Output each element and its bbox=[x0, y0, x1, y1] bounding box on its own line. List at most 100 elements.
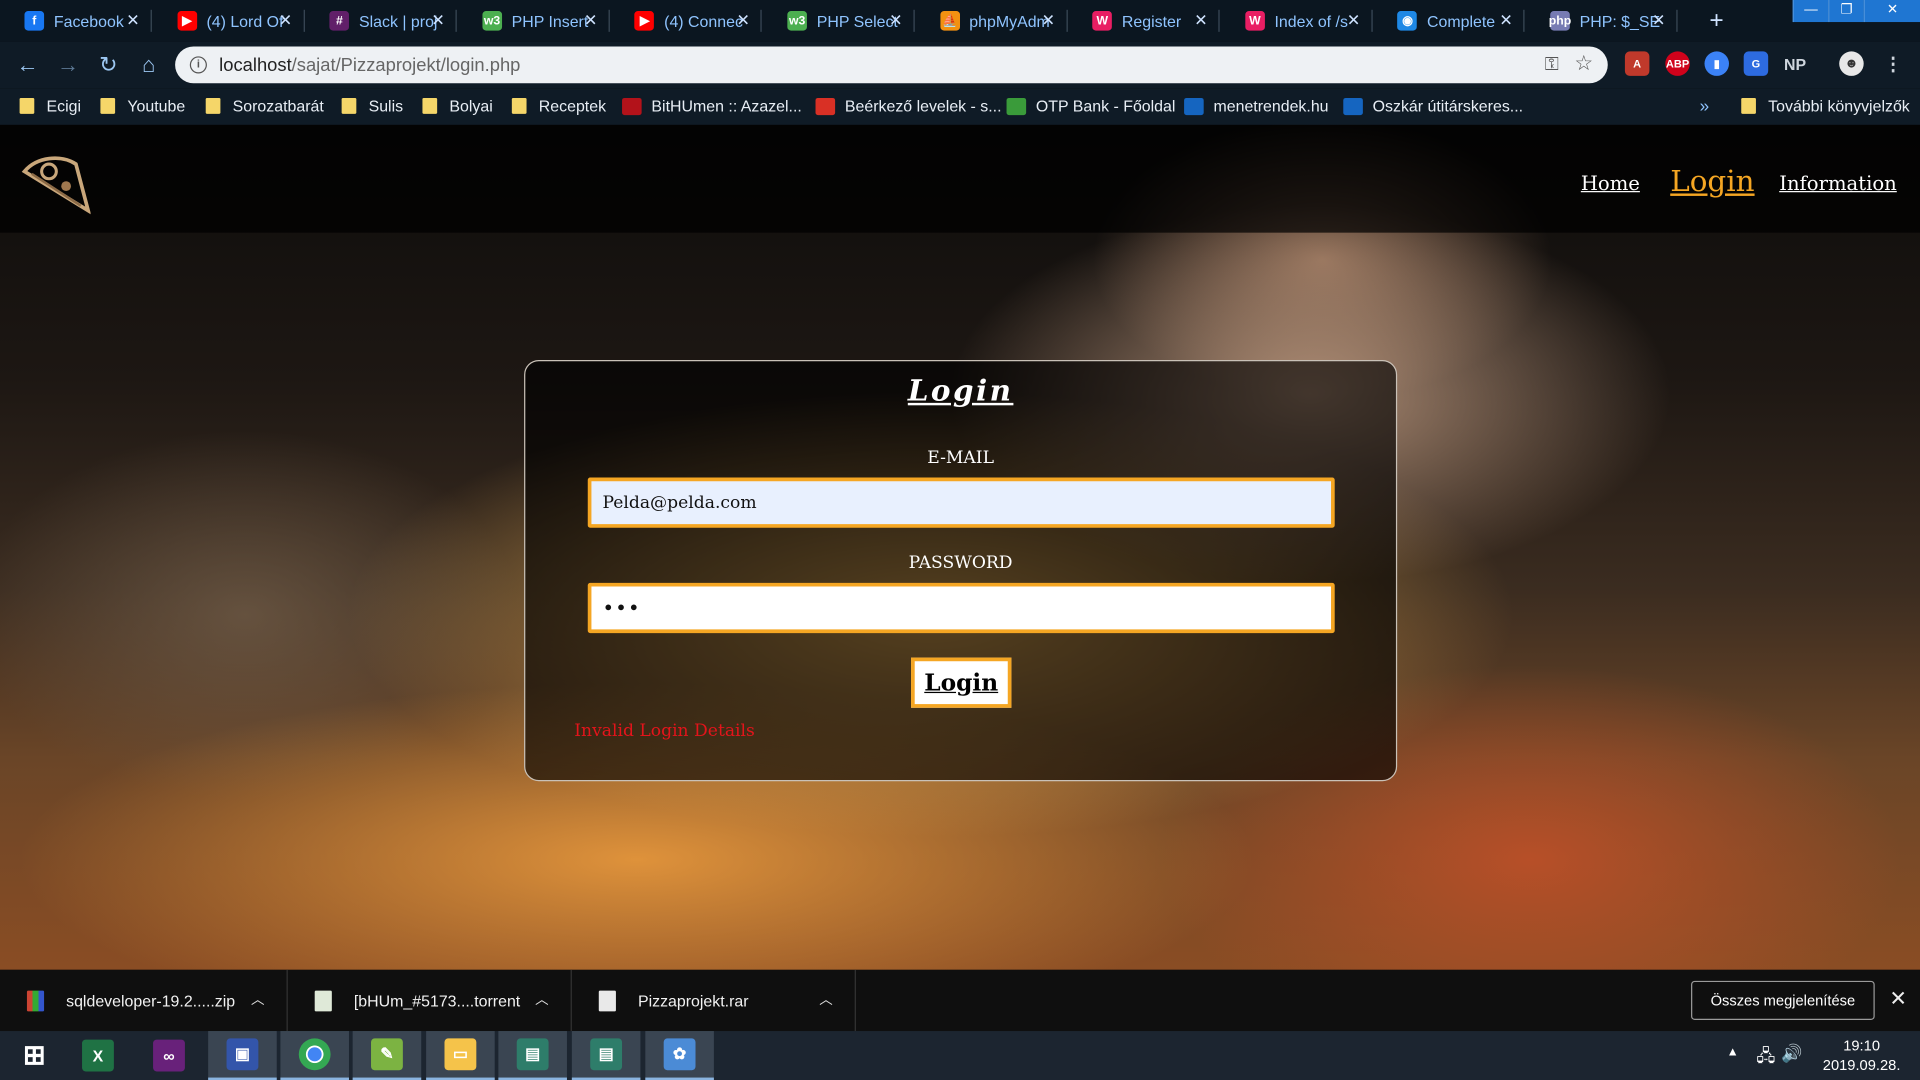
tab-close-icon[interactable]: ✕ bbox=[431, 11, 444, 31]
tab-close-icon[interactable]: ✕ bbox=[889, 11, 902, 31]
site-favicon-icon bbox=[815, 97, 836, 115]
tab-2[interactable]: ▶ (4) Lord Of ✕ bbox=[153, 0, 305, 42]
bookmark-item[interactable]: OTP Bank - Főoldal bbox=[1006, 97, 1175, 115]
adblock-icon[interactable]: ABP bbox=[1665, 51, 1690, 76]
chrome-icon[interactable] bbox=[280, 1031, 349, 1080]
tab-9[interactable]: W Index of /s ✕ bbox=[1221, 0, 1373, 42]
tab-8[interactable]: W Register ✕ bbox=[1068, 0, 1220, 42]
chevron-up-icon[interactable]: ︿ bbox=[819, 989, 832, 1009]
bookmark-item[interactable]: BitHUmen :: Azazel... bbox=[622, 97, 802, 115]
tab-6[interactable]: w3 PHP Select ✕ bbox=[763, 0, 915, 42]
excel-icon[interactable]: X bbox=[64, 1031, 133, 1080]
bookmark-star-icon[interactable]: ☆ bbox=[1574, 51, 1593, 75]
tab-4[interactable]: w3 PHP Insert ✕ bbox=[458, 0, 610, 42]
profile-icon[interactable]: ☻ bbox=[1839, 51, 1864, 76]
tab-5[interactable]: ▶ (4) Connec ✕ bbox=[610, 0, 763, 42]
show-all-downloads-button[interactable]: Összes megjelenítése bbox=[1691, 980, 1875, 1021]
menu-icon[interactable]: ⋮ bbox=[1881, 51, 1905, 75]
notepad-icon[interactable]: ✎ bbox=[352, 1031, 422, 1080]
file-icon bbox=[598, 990, 616, 1011]
tab-3[interactable]: # Slack | proj ✕ bbox=[305, 0, 457, 42]
window-close-button[interactable]: ✕ bbox=[1863, 0, 1920, 23]
folder-icon bbox=[19, 97, 35, 114]
download-item[interactable]: [bHUm_#5173....torrent ︿ bbox=[288, 969, 572, 1032]
tab-close-icon[interactable]: ✕ bbox=[1652, 11, 1665, 31]
np-extension[interactable]: NP bbox=[1783, 51, 1807, 75]
tray-chevron-icon[interactable]: ▲ bbox=[1727, 1046, 1739, 1059]
tab-close-icon[interactable]: ✕ bbox=[584, 11, 597, 31]
reload-button[interactable]: ↻ bbox=[88, 52, 128, 78]
app-window-icon[interactable]: ▤ bbox=[571, 1031, 641, 1080]
close-shelf-icon[interactable]: ✕ bbox=[1889, 987, 1906, 1011]
bookmark-item[interactable]: Oszkár útitárskeres... bbox=[1343, 97, 1523, 115]
bookmarks-more-chevron[interactable]: » bbox=[1700, 96, 1710, 116]
minimize-button[interactable]: — bbox=[1792, 0, 1829, 23]
visual-studio-icon[interactable]: ∞ bbox=[135, 1031, 204, 1080]
folder-icon bbox=[511, 97, 527, 114]
key-icon[interactable]: ⚿ bbox=[1545, 54, 1559, 75]
start-button[interactable]: ⊞ bbox=[0, 1031, 69, 1080]
nav-information-link[interactable]: Information bbox=[1779, 171, 1897, 194]
tab-1[interactable]: f Facebook ✕ bbox=[0, 0, 152, 42]
translate-icon[interactable]: G bbox=[1743, 51, 1769, 76]
address-bar[interactable]: i localhost/sajat/Pizzaprojekt/login.php… bbox=[175, 46, 1608, 84]
tab-close-icon[interactable]: ✕ bbox=[1499, 11, 1512, 31]
bookmark-item[interactable]: menetrendek.hu bbox=[1184, 97, 1329, 115]
file-explorer-icon[interactable]: ▭ bbox=[426, 1031, 495, 1080]
tab-close-icon[interactable]: ✕ bbox=[279, 11, 292, 31]
tab-10[interactable]: ◉ Complete ✕ bbox=[1373, 0, 1525, 42]
tab-close-icon[interactable]: ✕ bbox=[1347, 11, 1360, 31]
archive-file-icon bbox=[26, 990, 45, 1011]
bookmark-item[interactable]: Receptek bbox=[511, 97, 606, 115]
pizza-logo-icon[interactable] bbox=[17, 149, 91, 218]
pdf-icon[interactable]: A bbox=[1624, 51, 1650, 76]
tab-close-icon[interactable]: ✕ bbox=[737, 11, 750, 31]
nav-home-link[interactable]: Home bbox=[1581, 171, 1640, 194]
new-tab-button[interactable]: + bbox=[1709, 7, 1723, 35]
bookmark-item[interactable]: Sulis bbox=[341, 97, 403, 115]
password-label: PASSWORD bbox=[908, 553, 1013, 574]
tab-close-icon[interactable]: ✕ bbox=[1042, 11, 1055, 31]
home-button[interactable]: ⌂ bbox=[129, 52, 169, 78]
bookmark-item[interactable]: Youtube bbox=[100, 97, 185, 115]
folder-icon bbox=[341, 97, 357, 114]
forward-button[interactable]: → bbox=[48, 52, 88, 78]
tab-title: Facebook bbox=[53, 11, 124, 31]
download-item[interactable]: Pizzaprojekt.rar ︿ bbox=[572, 969, 856, 1032]
tab-strip: f Facebook ✕ ▶ (4) Lord Of ✕ # Slack | proj ✕ w3 P… bbox=[0, 0, 1920, 42]
other-bookmarks[interactable]: További könyvjelzők bbox=[1741, 97, 1910, 115]
clock[interactable]: 19:10 2019.09.28. bbox=[1823, 1036, 1901, 1075]
email-field[interactable]: Pelda@pelda.com bbox=[587, 477, 1335, 528]
tab-divider bbox=[1676, 9, 1678, 32]
tab-7[interactable]: ⛵ phpMyAdm ✕ bbox=[915, 0, 1068, 42]
app-window-icon[interactable]: ▤ bbox=[498, 1031, 567, 1080]
tab-11[interactable]: php PHP: $_SES✕ bbox=[1526, 0, 1678, 42]
tab-close-icon[interactable]: ✕ bbox=[126, 11, 139, 31]
site-favicon-icon bbox=[1006, 97, 1027, 115]
bookmark-label: Oszkár útitárskeres... bbox=[1372, 96, 1524, 116]
chevron-up-icon[interactable]: ︿ bbox=[251, 989, 264, 1009]
phpmyadmin-icon: ⛵ bbox=[939, 11, 960, 31]
w3schools-icon: w3 bbox=[787, 11, 807, 31]
bookmark-item[interactable]: Beérkező levelek - s... bbox=[815, 97, 1002, 115]
nav-login-link[interactable]: Login bbox=[1670, 164, 1754, 198]
site-info-icon[interactable]: i bbox=[189, 56, 207, 74]
bookmark-item[interactable]: Bolyai bbox=[422, 97, 493, 115]
localhost-icon: W bbox=[1245, 11, 1265, 31]
window-controls: — ❐ ✕ bbox=[1792, 0, 1920, 23]
back-button[interactable]: ← bbox=[7, 52, 47, 78]
download-item[interactable]: sqldeveloper-19.2.....zip ︿ bbox=[0, 969, 288, 1032]
login-submit-button[interactable]: Login bbox=[911, 657, 1012, 708]
volume-icon[interactable]: 🔊 bbox=[1781, 1043, 1802, 1064]
bookmark-ext-icon[interactable]: ▮ bbox=[1704, 51, 1729, 76]
network-icon[interactable]: 🖧 bbox=[1756, 1043, 1775, 1072]
chevron-up-icon[interactable]: ︿ bbox=[535, 989, 548, 1009]
bookmark-item[interactable]: Ecigi bbox=[19, 97, 81, 115]
bookmark-item[interactable]: Sorozatbarát bbox=[205, 97, 324, 115]
tab-close-icon[interactable]: ✕ bbox=[1194, 11, 1207, 31]
password-field[interactable]: ••• bbox=[587, 582, 1335, 634]
restore-button[interactable]: ❐ bbox=[1828, 0, 1864, 23]
site-favicon-icon bbox=[1184, 97, 1204, 115]
paint-icon[interactable]: ✿ bbox=[645, 1031, 714, 1080]
save-disk-icon[interactable]: ▣ bbox=[208, 1031, 277, 1080]
